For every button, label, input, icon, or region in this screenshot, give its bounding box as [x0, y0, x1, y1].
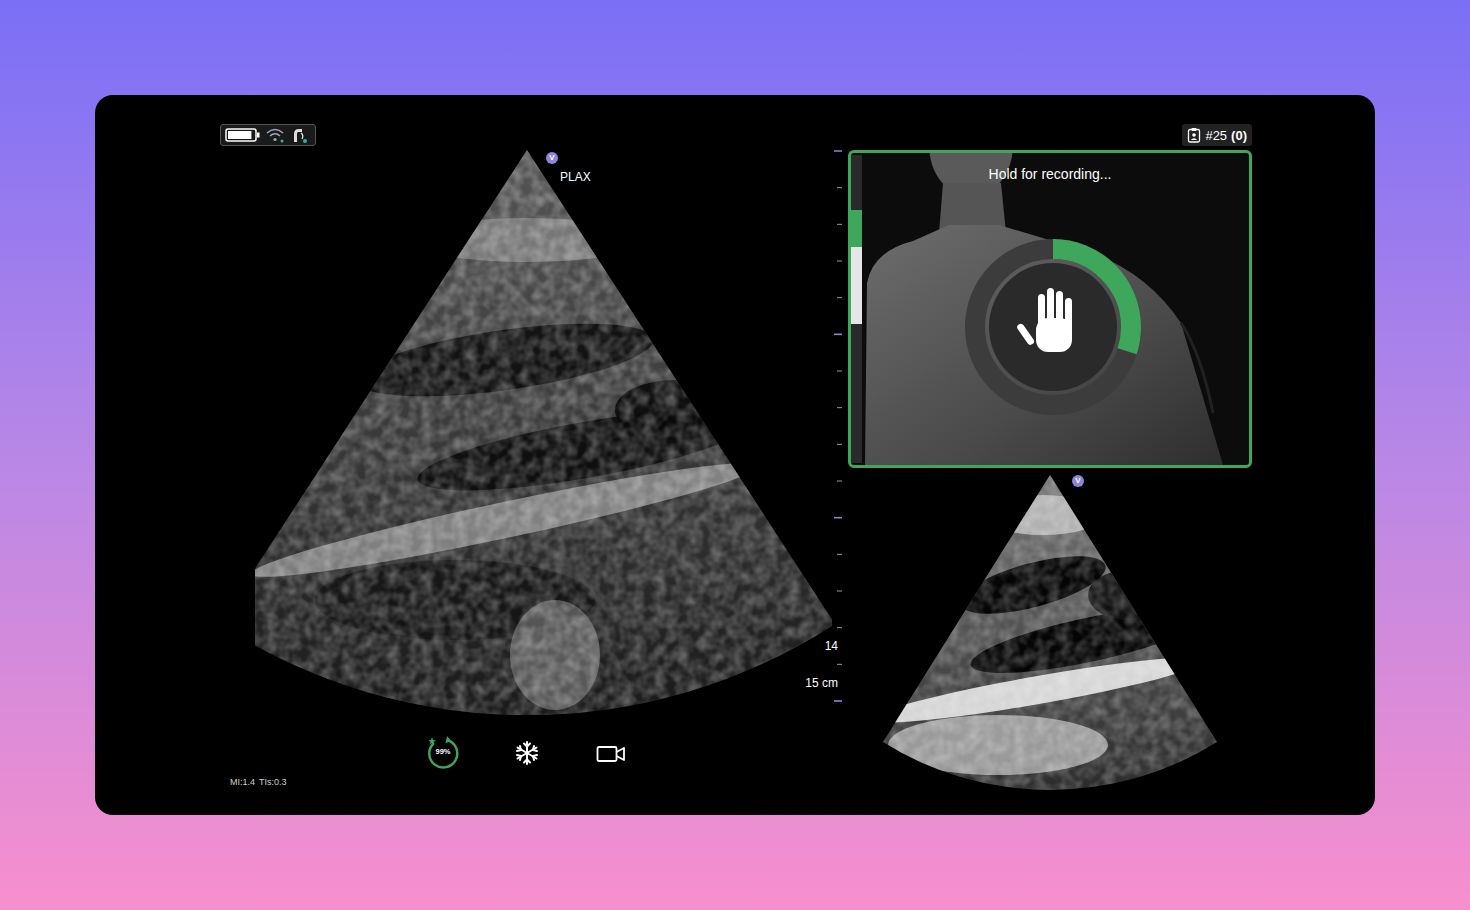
thermal-index: TIs:0.3 [259, 777, 287, 788]
depth-ruler: 1415 cm [832, 150, 844, 715]
top-bar: #25 (0) [220, 124, 1252, 146]
live-column: V PLAX 1415 cm 99% [220, 150, 848, 795]
quality-segment [851, 210, 862, 247]
hold-progress-ring [964, 238, 1142, 416]
status-indicators [220, 124, 316, 146]
reference-sector [848, 475, 1252, 795]
guidance-message: Hold for recording... [851, 165, 1249, 183]
hold-progress-fill [975, 249, 1131, 405]
snowflake-icon [514, 740, 540, 766]
reference-orientation-marker: V [1072, 475, 1084, 487]
guidance-column: Hold for recording... [848, 150, 1252, 795]
exam-counter[interactable]: #25 (0) [1182, 124, 1252, 146]
battery-fill [228, 131, 251, 139]
depth-scale [832, 150, 844, 715]
clipboard-icon [1187, 127, 1201, 143]
auto-capture-button[interactable]: 99% [425, 735, 461, 771]
pending-count: (0) [1231, 129, 1247, 142]
quality-segment [851, 247, 862, 324]
live-ultrasound-image: V PLAX [255, 150, 832, 715]
hand-icon [1016, 288, 1072, 352]
depth-label: 14 [825, 639, 838, 653]
freeze-button[interactable] [509, 735, 545, 771]
quality-segment [851, 155, 862, 210]
live-image-row: V PLAX 1415 cm [220, 150, 848, 715]
wifi-icon [265, 127, 285, 143]
quality-meter [851, 155, 862, 463]
control-bar: 99% [255, 735, 799, 771]
exam-number: #25 [1205, 129, 1227, 142]
guidance-panel: Hold for recording... [848, 150, 1252, 468]
battery-icon [225, 128, 261, 142]
ultrasound-screen: #25 (0) [95, 95, 1375, 815]
depth-label: 15 cm [805, 676, 838, 690]
main-area: V PLAX 1415 cm 99% [220, 150, 1252, 795]
capture-confidence: 99% [425, 747, 461, 757]
orientation-marker: V [546, 152, 558, 164]
video-camera-icon [596, 744, 626, 764]
probe-icon [289, 126, 309, 144]
ultrasound-sector [255, 150, 832, 715]
mechanical-index: MI:1.4 [230, 777, 255, 788]
reference-ultrasound-image: V [848, 475, 1252, 795]
acoustic-output: MI:1.4 TIs:0.3 [230, 777, 848, 788]
record-button[interactable] [593, 735, 629, 771]
quality-segment [851, 324, 862, 463]
view-label: PLAX [560, 170, 591, 184]
